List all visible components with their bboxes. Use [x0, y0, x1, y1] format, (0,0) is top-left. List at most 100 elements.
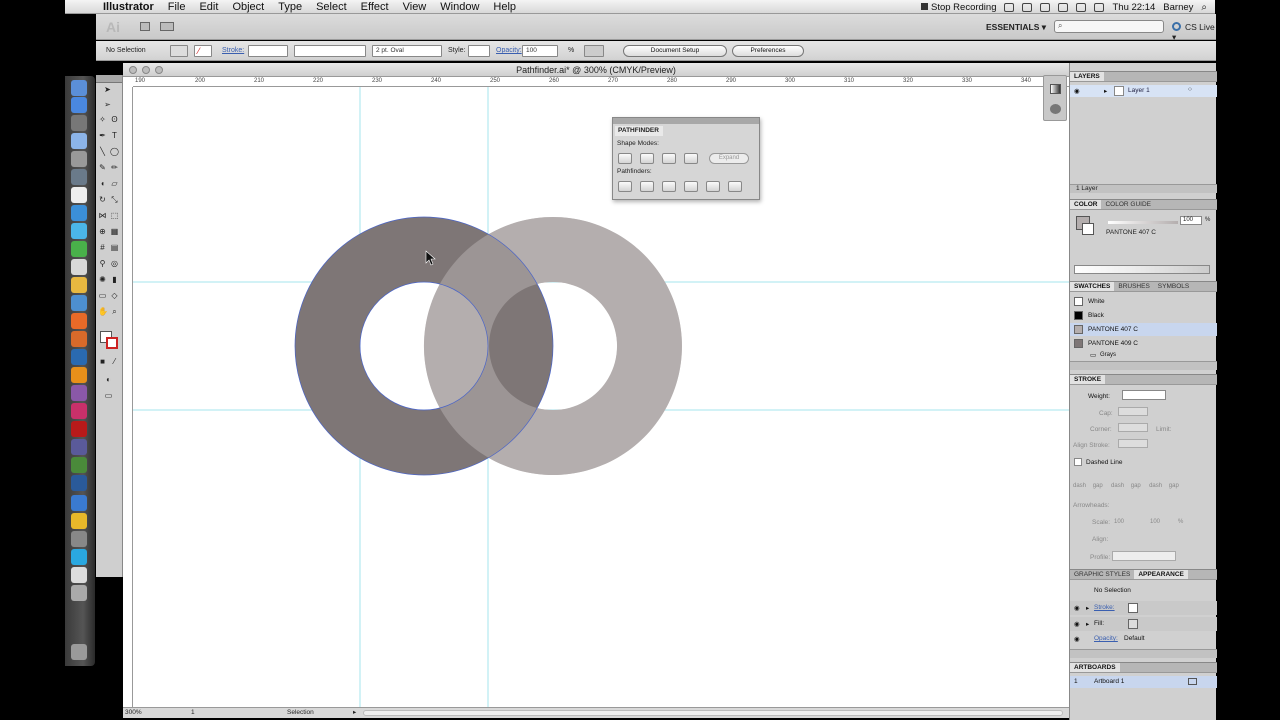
scale-start-value[interactable]: 100: [1114, 519, 1124, 525]
stroke-color-icon[interactable]: [106, 337, 118, 349]
spotlight-icon[interactable]: ⌕: [1201, 2, 1207, 13]
trash-icon[interactable]: [71, 644, 87, 660]
ellipse-tool-icon[interactable]: ◯: [110, 147, 119, 156]
tab-layers[interactable]: LAYERS: [1070, 72, 1104, 81]
browser-icon[interactable]: [71, 295, 87, 311]
stroke-none-swatch[interactable]: [1128, 603, 1138, 613]
disclosure-triangle-icon[interactable]: ▸: [1086, 620, 1089, 628]
screen-mode-icon[interactable]: ▭: [104, 391, 113, 400]
opacity-field[interactable]: 100: [522, 45, 558, 57]
pencil-tool-icon[interactable]: ✏: [110, 163, 119, 172]
drawing-mode-icon[interactable]: ◐: [104, 375, 113, 384]
menu-type[interactable]: Type: [278, 1, 302, 13]
menu-select[interactable]: Select: [316, 1, 347, 13]
expand-button[interactable]: Expand: [709, 153, 749, 164]
selection-tool-icon[interactable]: ➤: [103, 85, 112, 94]
eraser-tool-icon[interactable]: ▱: [110, 179, 119, 188]
swatch-row[interactable]: PANTONE 407 C: [1070, 323, 1217, 336]
free-transform-tool-icon[interactable]: ⬚: [110, 211, 119, 220]
width-tool-icon[interactable]: ⋈: [98, 211, 107, 220]
weight-field[interactable]: [1122, 390, 1166, 400]
align-stroke-buttons[interactable]: [1118, 439, 1148, 448]
scale-tool-icon[interactable]: ⤡: [110, 195, 119, 204]
tab-color[interactable]: COLOR: [1070, 200, 1102, 209]
chrome-icon[interactable]: [71, 277, 87, 293]
intersect-button[interactable]: [662, 153, 676, 164]
menu-edit[interactable]: Edit: [199, 1, 218, 13]
cs-live-button[interactable]: CS Live ▾: [1172, 22, 1216, 43]
bridge-app-icon[interactable]: [71, 331, 87, 347]
gradient-panel-icon[interactable]: [1050, 84, 1061, 94]
twitter-icon[interactable]: [71, 223, 87, 239]
finder-icon[interactable]: [71, 80, 87, 96]
stroke-weight-field[interactable]: [248, 45, 288, 57]
eyedropper-tool-icon[interactable]: ⚲: [98, 259, 107, 268]
horizontal-ruler[interactable]: 190 200 210 220 230 240 250 260 270 280 …: [133, 77, 1069, 87]
layer-name[interactable]: Layer 1: [1128, 87, 1150, 94]
calendar-icon[interactable]: [71, 187, 87, 203]
premiere-icon[interactable]: [71, 385, 87, 401]
media-encoder-icon[interactable]: [71, 475, 87, 491]
tint-value[interactable]: 100: [1180, 216, 1202, 225]
appearance-opacity-row[interactable]: ◉ Opacity: Default: [1070, 633, 1217, 645]
artboard-tool-icon[interactable]: ▭: [98, 291, 107, 300]
blob-brush-tool-icon[interactable]: ◖: [98, 179, 107, 188]
minus-back-button[interactable]: [728, 181, 742, 192]
magic-wand-tool-icon[interactable]: ✧: [98, 115, 107, 124]
style-select[interactable]: [468, 45, 490, 57]
stroke-proxy[interactable]: [1082, 223, 1094, 235]
apple-icon[interactable]: [79, 1, 91, 13]
exclude-button[interactable]: [684, 153, 698, 164]
preferences-button[interactable]: Preferences: [732, 45, 804, 57]
appearance-fill-row[interactable]: ◉ ▸ Fill:: [1070, 617, 1217, 631]
documents-icon[interactable]: [71, 585, 87, 601]
arrange-documents-icon[interactable]: [160, 22, 174, 31]
clock[interactable]: Thu 22:14: [1112, 2, 1155, 13]
illustrator-app-icon[interactable]: [71, 367, 87, 383]
scale-end-value[interactable]: 100: [1150, 519, 1160, 525]
document-setup-button[interactable]: Document Setup: [623, 45, 727, 57]
tint-slider[interactable]: [1108, 221, 1178, 224]
hand-tool-icon[interactable]: ✋: [98, 307, 108, 316]
wifi-icon[interactable]: [1058, 2, 1069, 12]
divide-button[interactable]: [618, 181, 632, 192]
corner-buttons[interactable]: [1118, 423, 1148, 432]
unite-button[interactable]: [618, 153, 632, 164]
pathfinder-tab[interactable]: PATHFINDER: [615, 126, 663, 136]
symbol-sprayer-tool-icon[interactable]: ✺: [98, 275, 107, 284]
perspective-grid-tool-icon[interactable]: ▦: [110, 227, 119, 236]
appearance-stroke-row[interactable]: ◉ ▸ Stroke:: [1070, 601, 1217, 615]
menu-view[interactable]: View: [403, 1, 427, 13]
tools-panel-header[interactable]: [96, 75, 122, 83]
column-graph-tool-icon[interactable]: ▮: [110, 275, 119, 284]
artboard-navigator[interactable]: 1: [191, 709, 195, 716]
mesh-tool-icon[interactable]: #: [98, 243, 107, 252]
opacity-attribute-label[interactable]: Opacity:: [1094, 635, 1118, 642]
stroke-attribute-label[interactable]: Stroke:: [1094, 604, 1115, 611]
volume-icon[interactable]: [1076, 2, 1087, 12]
shape-builder-tool-icon[interactable]: ⊕: [98, 227, 107, 236]
menu-file[interactable]: File: [168, 1, 186, 13]
stroke-swatch[interactable]: ⁄: [194, 45, 212, 57]
menu-object[interactable]: Object: [232, 1, 264, 13]
record-indicator[interactable]: Stop Recording: [921, 2, 996, 13]
menu-help[interactable]: Help: [493, 1, 516, 13]
artboard-name[interactable]: Artboard 1: [1094, 678, 1124, 685]
skype-icon[interactable]: [71, 549, 87, 565]
artboard-row[interactable]: 1 Artboard 1: [1070, 676, 1217, 688]
disclosure-triangle-icon[interactable]: ▸: [1104, 87, 1107, 95]
swatch-row[interactable]: White: [1070, 295, 1217, 308]
tab-color-guide[interactable]: COLOR GUIDE: [1101, 200, 1155, 209]
profile-select[interactable]: [1112, 551, 1176, 561]
recolor-artwork-button[interactable]: [584, 45, 604, 57]
bluetooth-icon[interactable]: [1022, 2, 1033, 12]
bridge-icon[interactable]: [140, 22, 150, 31]
visibility-eye-icon[interactable]: ◉: [1074, 604, 1080, 612]
swatch-row[interactable]: Black: [1070, 309, 1217, 322]
menu-app[interactable]: Illustrator: [103, 1, 154, 13]
tab-symbols[interactable]: SYMBOLS: [1154, 282, 1193, 291]
pen-tool-icon[interactable]: ✒: [98, 131, 107, 140]
swatch-group-row[interactable]: ▭ Grays: [1070, 351, 1217, 360]
visibility-eye-icon[interactable]: ◉: [1074, 620, 1080, 628]
app-store-icon[interactable]: [71, 133, 87, 149]
